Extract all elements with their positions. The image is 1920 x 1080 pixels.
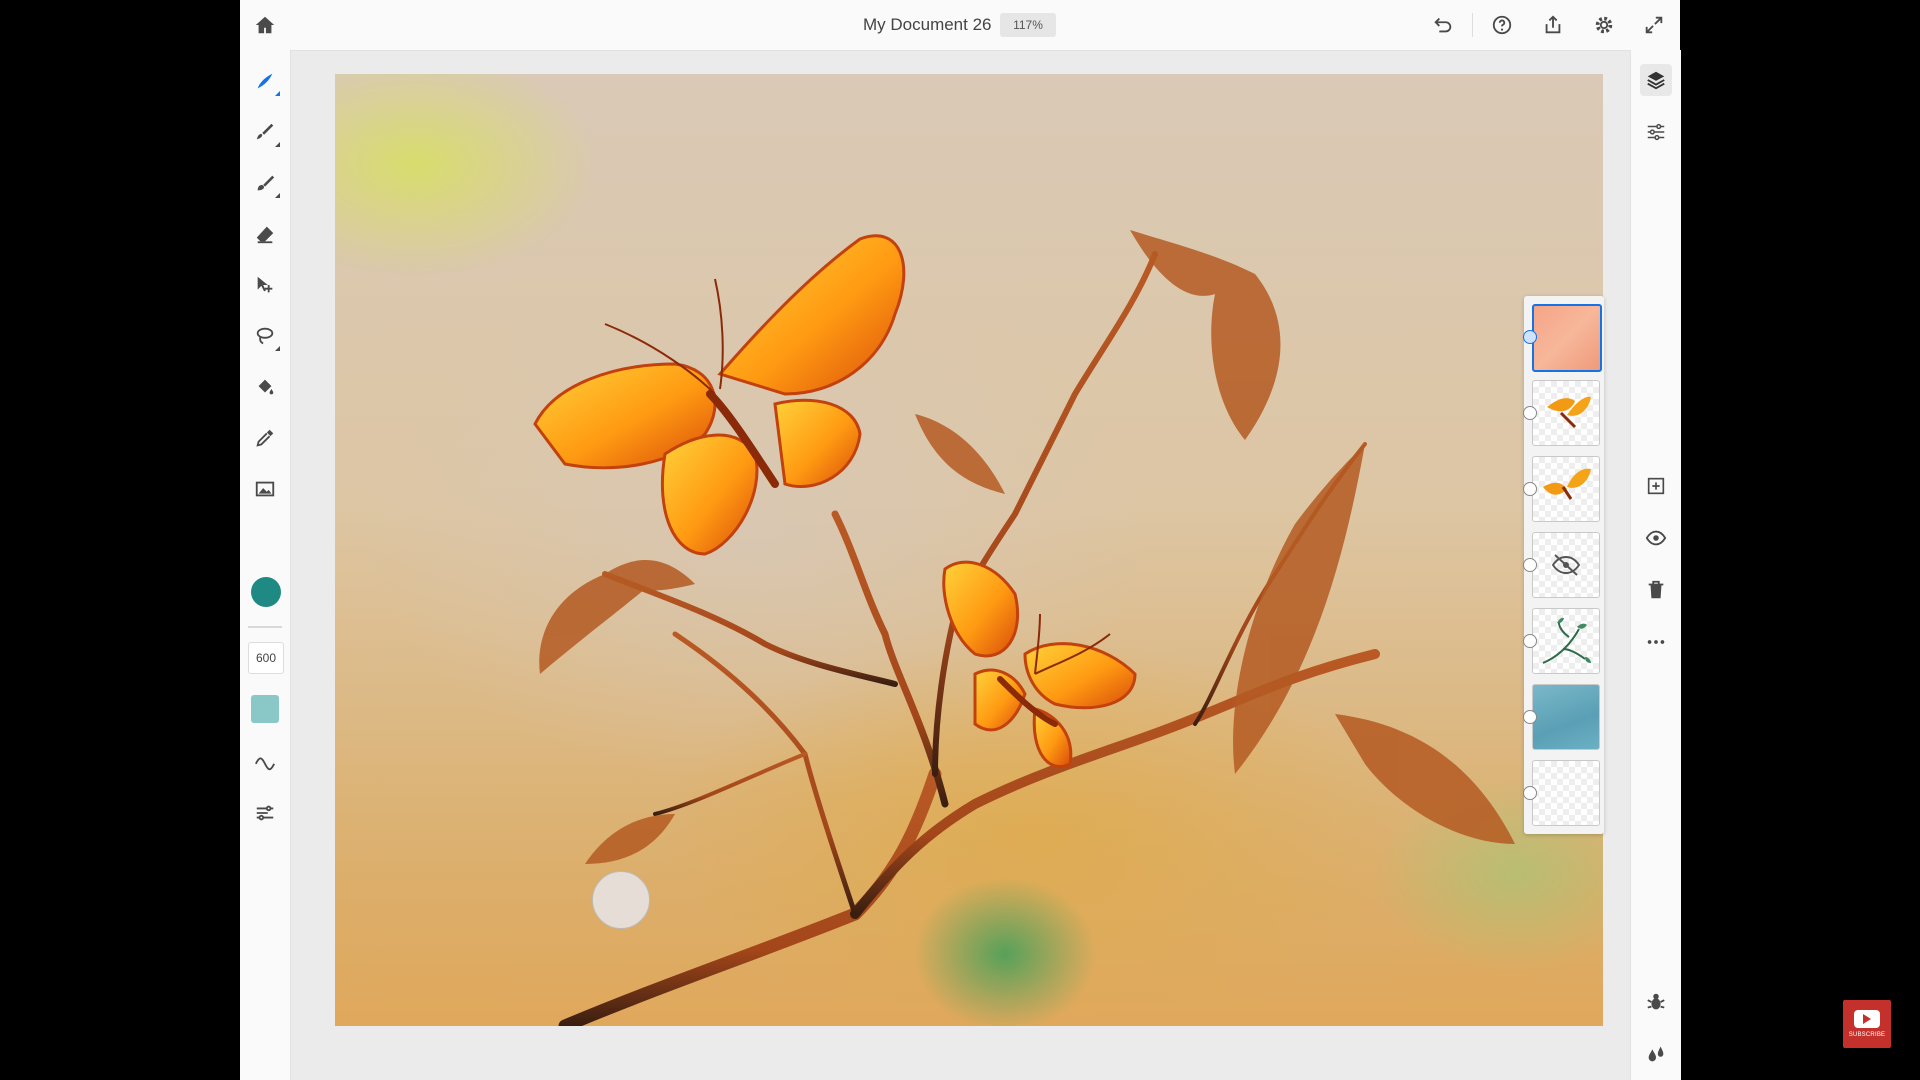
artwork [533, 230, 1515, 1026]
smoothing-icon[interactable] [249, 746, 281, 778]
subscribe-label: SUBSCRIBE [1848, 1032, 1886, 1038]
pixel-brush-icon[interactable] [249, 116, 281, 148]
subscribe-button[interactable]: SUBSCRIBE [1843, 1000, 1891, 1048]
eraser-icon[interactable] [249, 218, 281, 250]
layer-mask-icon[interactable] [1523, 330, 1537, 344]
toolbar-separator [1472, 13, 1473, 37]
settings-icon[interactable] [1588, 9, 1620, 41]
layer-thumbnail[interactable] [1532, 608, 1600, 674]
layer-thumbnail[interactable] [1532, 684, 1600, 750]
live-brush-icon[interactable] [249, 65, 281, 97]
share-icon[interactable] [1537, 9, 1569, 41]
zoom-level[interactable]: 117% [1000, 13, 1056, 37]
brush-swatch[interactable] [251, 695, 279, 723]
bug-icon[interactable] [1640, 986, 1672, 1018]
more-icon[interactable] [1640, 626, 1672, 658]
tool-divider [248, 626, 282, 628]
youtube-play-icon [1854, 1010, 1880, 1028]
undo-icon[interactable] [1427, 9, 1459, 41]
vector-brush-icon[interactable] [249, 167, 281, 199]
add-layer-icon[interactable] [1640, 470, 1672, 502]
layer-thumbnail[interactable] [1532, 532, 1600, 598]
image-icon[interactable] [249, 473, 281, 505]
help-icon[interactable] [1486, 9, 1518, 41]
layers-panel [1523, 296, 1604, 834]
brush-size[interactable]: 600 [248, 642, 284, 674]
transform-icon[interactable] [249, 269, 281, 301]
layer-thumbnail[interactable] [1532, 760, 1600, 826]
fill-icon[interactable] [249, 371, 281, 403]
eyedropper-icon[interactable] [249, 422, 281, 454]
lasso-icon[interactable] [249, 320, 281, 352]
document-title: My Document 26 [863, 15, 992, 34]
brush-cursor [592, 871, 650, 929]
layer-properties-icon[interactable] [1640, 116, 1672, 148]
butterfly-small [942, 560, 1137, 768]
visibility-icon[interactable] [1640, 522, 1672, 554]
layer-thumbnail[interactable] [1532, 456, 1600, 522]
layer-thumbnail[interactable] [1532, 304, 1602, 372]
drops-icon[interactable] [1640, 1038, 1672, 1070]
layer-mask-icon[interactable] [1523, 406, 1537, 420]
tool-bar: 600 [240, 50, 291, 1080]
layer-mask-icon[interactable] [1523, 482, 1537, 496]
hidden-layer-icon [1551, 554, 1581, 576]
layer-mask-icon[interactable] [1523, 558, 1537, 572]
layers-icon[interactable] [1640, 64, 1672, 96]
home-icon[interactable] [249, 9, 281, 41]
top-bar: My Document 26 117% [240, 0, 1680, 51]
delete-icon[interactable] [1640, 574, 1672, 606]
right-panel [1630, 50, 1681, 1080]
drawing-canvas[interactable] [335, 74, 1603, 1026]
fullscreen-icon[interactable] [1638, 9, 1670, 41]
layer-mask-icon[interactable] [1523, 634, 1537, 648]
butterfly-large [533, 234, 906, 556]
layer-mask-icon[interactable] [1523, 710, 1537, 724]
app-window: My Document 26 117% 600 [240, 0, 1681, 1080]
color-swatch[interactable] [251, 577, 281, 607]
layer-image-icon[interactable] [1523, 786, 1537, 800]
layer-thumbnail[interactable] [1532, 380, 1600, 446]
tool-settings-icon[interactable] [249, 797, 281, 829]
